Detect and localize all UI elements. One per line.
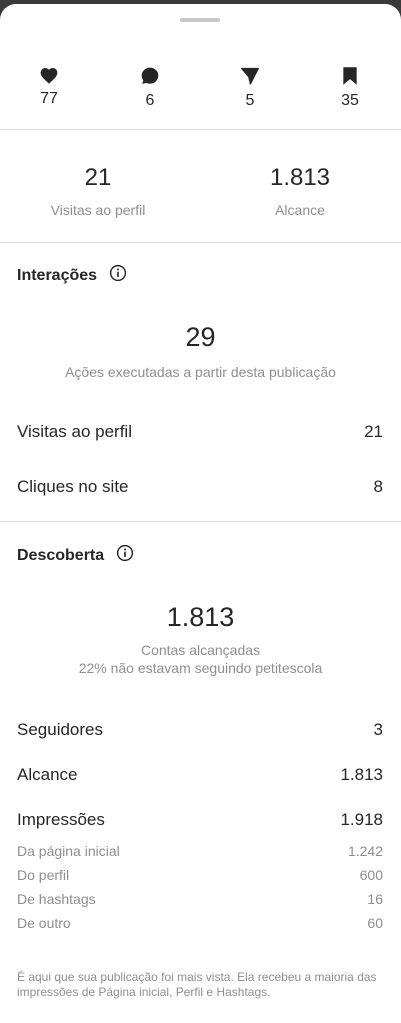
row-label: Impressões <box>17 810 105 829</box>
discovery-section-title: Descoberta <box>17 544 134 567</box>
saves-count: 35 <box>341 92 359 109</box>
profile-visits-label: Visitas ao perfil <box>50 202 146 218</box>
row-label: Visitas ao perfil <box>17 422 132 441</box>
breakdown-value: 600 <box>359 867 383 883</box>
row-label: Alcance <box>17 765 78 784</box>
divider <box>0 521 401 522</box>
breakdown-value: 16 <box>367 891 383 907</box>
info-icon[interactable] <box>116 544 134 567</box>
comment-icon <box>141 67 159 84</box>
impressions-breakdown-row: De hashtags 16 <box>17 891 383 907</box>
row-value: 21 <box>364 422 383 441</box>
profile-visits-summary: 21 Visitas ao perfil <box>8 164 188 218</box>
discovery-row: Impressões 1.918 <box>17 810 383 830</box>
discovery-total-sub: 22% não estavam seguindo petitescola <box>78 660 323 676</box>
reach-summary: 1.813 Alcance <box>210 164 390 218</box>
summary-stats: 21 Visitas ao perfil 1.813 Alcance <box>0 164 401 224</box>
row-value: 8 <box>373 477 383 496</box>
interactions-total: 29 Ações executadas a partir desta publi… <box>0 322 401 381</box>
insights-sheet: 77 6 5 35 21 Visitas ao perfil 1.813 Alc… <box>0 4 401 1023</box>
comments-stat: 6 <box>120 66 180 110</box>
comments-count: 6 <box>145 92 155 109</box>
breakdown-value: 60 <box>367 915 383 931</box>
divider <box>0 129 401 130</box>
breakdown-value: 1.242 <box>347 843 383 859</box>
interaction-row: Cliques no site 8 <box>17 477 383 497</box>
breakdown-label: Da página inicial <box>17 843 120 859</box>
bookmark-icon <box>343 67 357 85</box>
likes-stat: 77 <box>19 66 79 108</box>
drag-handle[interactable] <box>180 18 220 22</box>
impressions-breakdown-row: De outro 60 <box>17 915 383 931</box>
discovery-total: 1.813 Contas alcançadas 22% não estavam … <box>0 602 401 677</box>
row-value: 1.918 <box>340 810 383 829</box>
interactions-section-title: Interações <box>17 264 127 287</box>
discovery-row: Seguidores 3 <box>17 720 383 740</box>
interactions-total-label: Ações executadas a partir desta publicaç… <box>65 364 336 380</box>
likes-count: 77 <box>40 90 58 107</box>
discovery-total-label: Contas alcançadas <box>140 642 261 658</box>
send-icon <box>241 67 259 85</box>
shares-count: 5 <box>245 92 255 109</box>
discovery-title: Descoberta <box>17 546 105 564</box>
saves-stat: 35 <box>320 66 380 110</box>
discovery-row: Alcance 1.813 <box>17 765 383 785</box>
reach-value: 1.813 <box>269 164 331 191</box>
shares-stat: 5 <box>220 66 280 110</box>
impressions-breakdown-row: Da página inicial 1.242 <box>17 843 383 859</box>
heart-icon <box>40 68 58 84</box>
interactions-title: Interações <box>17 266 98 284</box>
reach-label: Alcance <box>275 202 325 218</box>
engagement-stats: 77 6 5 35 <box>0 66 401 116</box>
row-label: Seguidores <box>17 720 104 739</box>
discovery-total-value: 1.813 <box>166 602 235 632</box>
breakdown-label: De outro <box>17 915 71 931</box>
impressions-breakdown-row: Do perfil 600 <box>17 867 383 883</box>
breakdown-label: Do perfil <box>17 867 70 883</box>
interactions-total-value: 29 <box>185 322 216 352</box>
divider <box>0 242 401 243</box>
row-label: Cliques no site <box>17 477 129 496</box>
row-value: 3 <box>373 720 383 739</box>
discovery-footer-note: É aqui que sua publicação foi mais vista… <box>17 970 377 999</box>
row-value: 1.813 <box>340 765 383 784</box>
profile-visits-value: 21 <box>84 164 112 191</box>
interaction-row: Visitas ao perfil 21 <box>17 422 383 442</box>
breakdown-label: De hashtags <box>17 891 96 907</box>
info-icon[interactable] <box>109 264 127 287</box>
